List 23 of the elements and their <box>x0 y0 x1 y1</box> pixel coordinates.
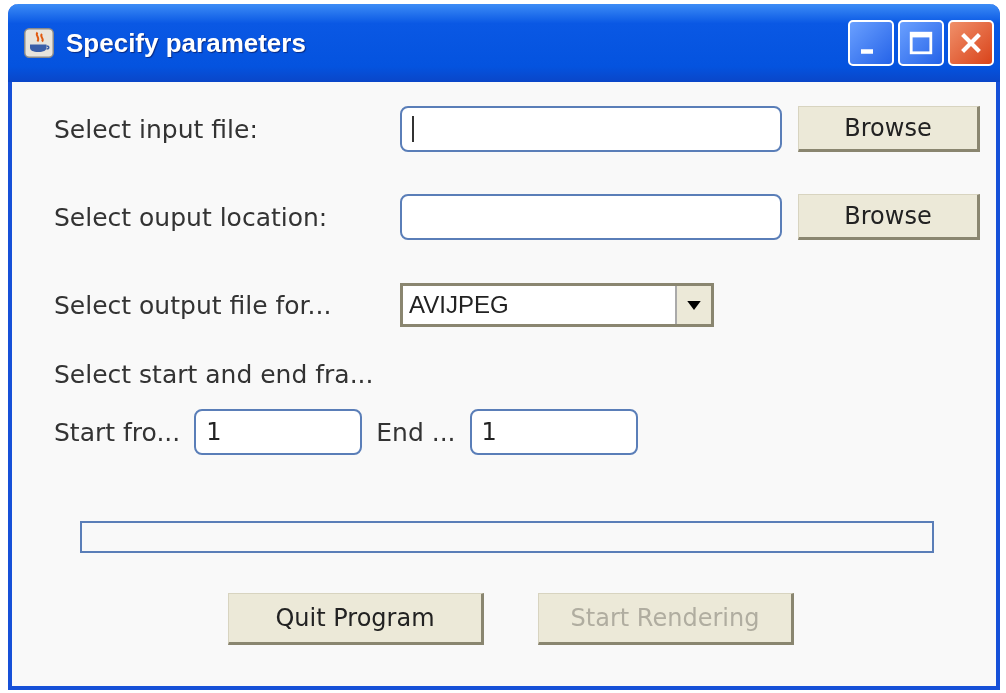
minimize-icon <box>861 48 873 54</box>
field-label: Start fro... <box>54 417 181 447</box>
minimize-button[interactable] <box>848 20 894 66</box>
format-dropdown[interactable]: AVIJPEG <box>400 283 714 327</box>
maximize-button[interactable] <box>898 20 944 66</box>
field-label: Select ouput location: <box>54 202 329 232</box>
field-label: End ... <box>376 417 456 447</box>
coffee-cup-icon <box>24 28 54 58</box>
maximize-icon <box>907 29 935 57</box>
close-button[interactable] <box>948 20 994 66</box>
dropdown-arrow-icon <box>687 300 701 310</box>
text-field[interactable] <box>400 194 782 240</box>
field-label: Select output file for... <box>54 290 333 320</box>
browse-button[interactable]: Browse <box>798 106 980 152</box>
end-frame-field[interactable]: 1 <box>469 409 638 455</box>
text-field[interactable] <box>400 106 782 152</box>
section-label: Select start and end fra... <box>54 360 375 389</box>
start-frame-field[interactable]: 1 <box>194 409 363 455</box>
text-caret <box>412 116 414 142</box>
quit-button[interactable]: Quit Program <box>228 593 484 645</box>
browse-button[interactable]: Browse <box>798 194 980 240</box>
field-label: Select input file: <box>54 114 259 144</box>
window-title: Specify parameters <box>66 27 307 59</box>
